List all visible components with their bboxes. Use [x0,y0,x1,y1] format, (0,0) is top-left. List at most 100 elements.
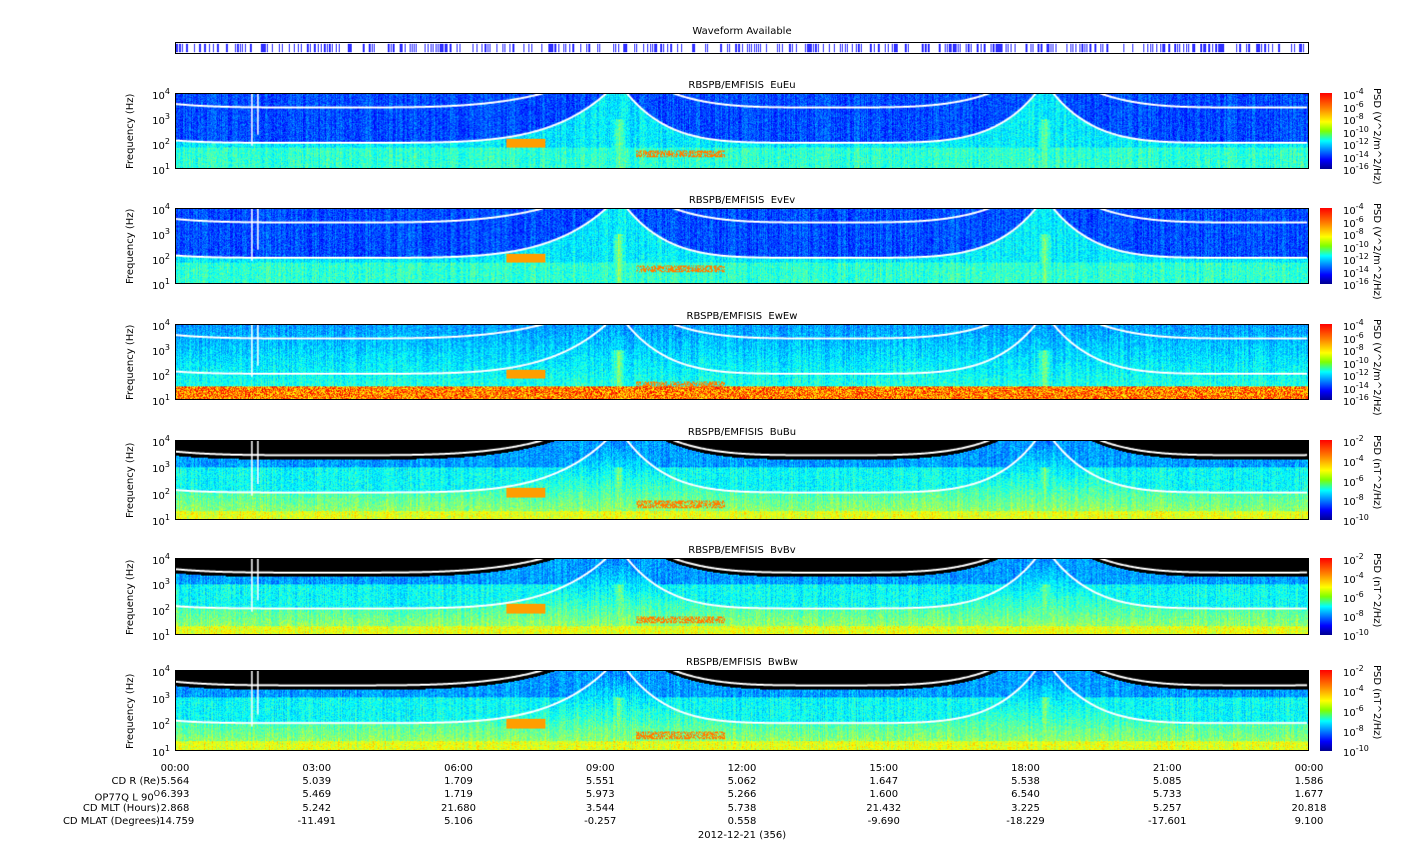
ephemeris-value: 3.225 [1011,802,1040,814]
ephemeris-value: -0.257 [584,815,617,827]
colorbar-tick-label: 10-2 [1343,552,1364,567]
waveform-availability-bar [175,42,1309,54]
ephemeris-value: 1.719 [444,789,473,801]
colorbar-tick-label: 10-16 [1343,277,1369,292]
y-tick-label: 102 [152,252,170,267]
colorbar [1320,670,1332,751]
ephemeris-value: 5.551 [585,776,615,787]
y-tick-label: 102 [152,717,170,733]
ephemeris-value: 3.544 [585,802,615,814]
colorbar-label: PSD (nT^2/Hz) [1371,553,1382,628]
y-tick-label: 101 [152,277,170,292]
panel-title: RBSPB/EMFISIS BuBu [687,427,797,438]
y-axis-label: Frequency (Hz) [125,324,136,400]
waveform-title: Waveform Available [692,26,792,37]
y-tick-label: 104 [152,202,170,217]
y-tick-label: 101 [152,162,170,177]
colorbar-label: PSD (V^2/m^2/Hz) [1371,203,1382,300]
x-tick-label: 12:00 [727,763,757,774]
ephemeris-value: 6.540 [1011,789,1040,801]
x-tick-label: 18:00 [1011,763,1040,774]
ephemeris-value: 5.564 [160,776,190,787]
ephemeris-value: 5.257 [1152,802,1182,814]
colorbar-tick-label: 10-4 [1343,571,1364,586]
y-tick-label: 103 [152,112,170,127]
colorbar-label: PSD (V^2/m^2/Hz) [1371,319,1382,416]
ephemeris-value: 1.647 [869,776,899,787]
ephemeris-value: 1.600 [869,789,899,801]
spectrogram-panel [175,440,1309,520]
panel-title: RBSPB/EMFISIS EuEu [688,80,796,91]
colorbar-tick-label: 10-6 [1343,590,1364,605]
y-tick-label: 104 [152,318,170,333]
y-tick-label: 102 [152,486,170,502]
ephemeris-value: 5.106 [444,815,473,827]
ephemeris-row-label: CD MLT (Hours) [0,803,160,814]
x-tick-label: 21:00 [1152,763,1182,774]
y-tick-label: 104 [152,434,170,449]
y-tick-label: 104 [152,552,170,567]
ephemeris-value: -14.759 [155,815,195,827]
spectrogram-panel [175,208,1309,284]
x-tick-label: 00:00 [1294,763,1324,774]
ephemeris-value: 1.709 [444,776,473,787]
colorbar-label: PSD (nT^2/Hz) [1371,665,1382,740]
colorbar-tick-label: 10-10 [1343,744,1369,759]
colorbar-tick-label: 10-4 [1343,684,1364,699]
colorbar-tick-label: 10-6 [1343,473,1364,489]
y-tick-label: 104 [152,664,170,679]
panel-title: RBSPB/EMFISIS EvEv [688,195,796,206]
ephemeris-row-label: CD MLAT (Degrees) [0,816,160,827]
ephemeris-value: 21.680 [441,802,476,814]
y-tick-label: 102 [152,602,170,618]
colorbar [1320,208,1332,284]
y-tick-label: 103 [152,343,170,358]
emfisis-summary-plot: Waveform Available RBSPB/EMFISIS EuEu 104… [0,0,1408,859]
ephemeris-value: 5.242 [302,802,332,814]
ephemeris-value: 6.393 [160,789,190,801]
spectrogram-panel [175,324,1309,400]
x-tick-label: 06:00 [444,763,473,774]
ephemeris-value: -17.601 [1147,815,1187,827]
colorbar-tick-label: 10-16 [1343,393,1369,408]
colorbar-tick-label: 10-8 [1343,609,1364,624]
y-tick-label: 103 [152,460,170,476]
y-tick-label: 102 [152,368,170,383]
ephemeris-value: -18.229 [1006,815,1045,827]
colorbar [1320,324,1332,400]
ephemeris-value: 5.538 [1011,776,1040,787]
spectrogram-panel [175,93,1309,169]
colorbar-tick-label: 10-8 [1343,493,1364,509]
y-axis-label: Frequency (Hz) [125,673,136,749]
spectrogram-panel [175,558,1309,635]
ephemeris-value: 5.733 [1152,789,1182,801]
colorbar-tick-label: 10-6 [1343,704,1364,719]
ephemeris-value: 5.973 [585,789,615,801]
y-tick-label: 101 [152,628,170,643]
y-tick-label: 101 [152,744,170,759]
ephemeris-value: 5.085 [1152,776,1182,787]
spectrogram-panel [175,670,1309,751]
ephemeris-value: 5.266 [727,789,757,801]
date-label: 2012-12-21 (356) [697,830,787,841]
x-tick-label: 09:00 [585,763,615,774]
y-tick-label: 101 [152,393,170,408]
colorbar-tick-label: 10-10 [1343,628,1369,643]
colorbar-label: PSD (nT^2/Hz) [1371,435,1382,510]
colorbar-tick-label: 10-10 [1343,513,1369,528]
y-axis-label: Frequency (Hz) [125,208,136,284]
ephemeris-value: 1.586 [1294,776,1324,787]
y-tick-label: 103 [152,690,170,706]
colorbar-tick-label: 10-2 [1343,664,1364,679]
ephemeris-value: 0.558 [727,815,757,827]
ephemeris-value: 5.039 [302,776,332,787]
y-tick-label: 101 [152,513,170,528]
colorbar [1320,93,1332,169]
x-tick-label: 15:00 [869,763,899,774]
ephemeris-row-label: OP77Q L 90O [0,789,160,803]
y-tick-label: 104 [152,87,170,102]
x-tick-label: 00:00 [160,763,190,774]
colorbar-tick-label: 10-4 [1343,453,1364,469]
ephemeris-value: -11.491 [297,815,337,827]
panel-title: RBSPB/EMFISIS BvBv [688,545,796,556]
